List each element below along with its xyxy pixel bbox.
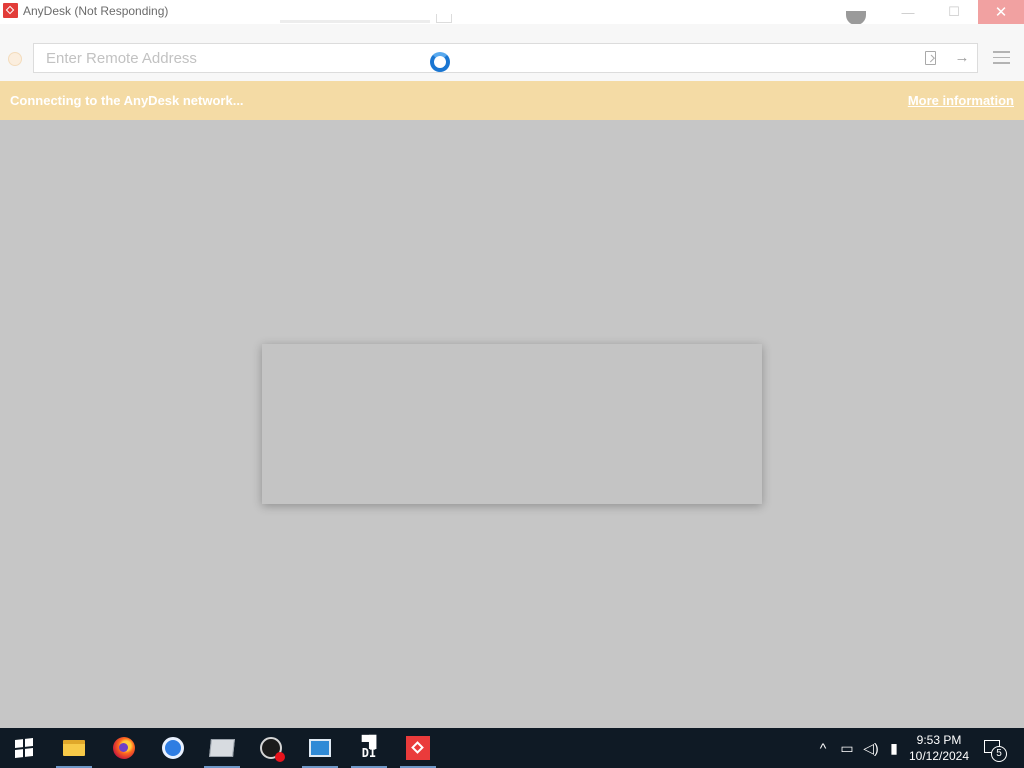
clock-date: 10/12/2024 [908,749,970,763]
connection-status-icon [8,52,22,66]
chrome-icon [162,737,184,759]
taskbar-file-explorer[interactable] [50,728,98,768]
file-transfer-icon[interactable] [925,51,936,65]
more-information-link[interactable]: More information [908,93,1014,108]
anydesk-icon [406,736,430,760]
window-title: AnyDesk (Not Responding) [23,4,169,18]
connect-arrow-icon[interactable]: → [952,48,972,68]
clock-time: 9:53 PM [916,733,962,747]
taskbar-firefox[interactable] [100,728,148,768]
start-button[interactable] [0,728,48,768]
minimize-button[interactable]: — [885,0,931,24]
main-content-overlay [0,120,1024,728]
di-icon: ▀█ DI [361,735,377,760]
tray-chevron-icon[interactable]: ^ [812,728,834,768]
taskbar-chrome[interactable] [149,728,197,768]
volume-icon[interactable]: ◁) [860,728,882,768]
notification-center-button[interactable]: 5 [982,728,1010,768]
di-label: DI [361,746,377,760]
taskbar-clock-app[interactable] [247,728,295,768]
close-button[interactable]: ✕ [978,0,1024,24]
hamburger-menu-icon[interactable] [993,51,1010,65]
taskbar-clock[interactable]: 9:53 PM 10/12/2024 [902,732,976,764]
faded-tab-icon [436,14,452,23]
taskbar-anydesk[interactable] [394,728,442,768]
address-toolbar: → [0,24,1024,81]
title-bar: AnyDesk (Not Responding) — ☐ ✕ [0,0,1024,25]
loading-spinner-icon [430,52,450,72]
empty-dialog-panel [262,344,762,504]
banner-message: Connecting to the AnyDesk network... [10,93,244,108]
control-panel-icon [309,739,331,757]
anydesk-logo-icon [3,3,18,18]
window-folder-icon [209,739,235,757]
faded-tab-strip [280,20,430,23]
maximize-button[interactable]: ☐ [931,0,977,24]
connection-banner: Connecting to the AnyDesk network... Mor… [0,81,1024,120]
taskbar: ▀█ DI ^ ▭ ◁) ▮ 9:53 PM 10/12/2024 5 [0,728,1024,768]
notification-count-badge: 5 [991,746,1007,762]
remote-address-input[interactable] [33,43,978,73]
taskbar-explorer-window[interactable] [198,728,246,768]
firefox-icon [113,737,135,759]
windows-icon [15,738,33,758]
clock-icon [260,737,285,762]
faded-avatar-icon [846,11,866,25]
taskbar-control-panel[interactable] [296,728,344,768]
network-icon[interactable]: ▭ [836,728,858,768]
folder-icon [63,740,85,756]
taskbar-di-app[interactable]: ▀█ DI [345,728,393,768]
